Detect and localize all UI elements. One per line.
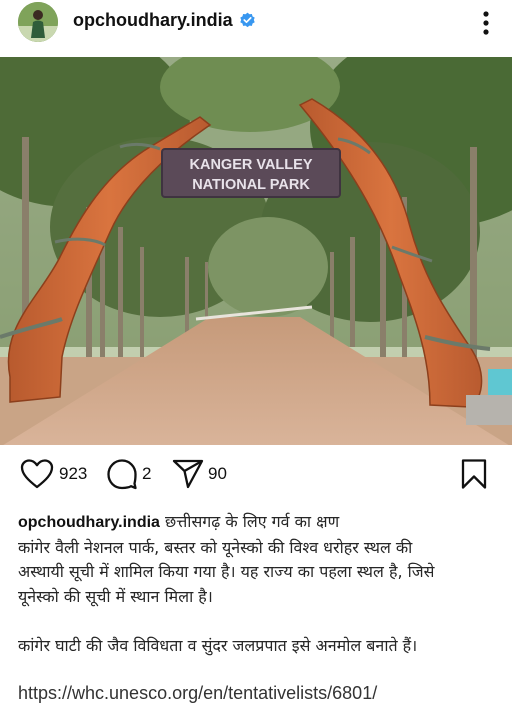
comment-count: 2 bbox=[142, 464, 152, 483]
caption-text-1: छत्तीसगढ़ के लिए गर्व का क्षण bbox=[159, 512, 340, 531]
caption-line-4: यूनेस्को की सूची में स्थान मिला है। bbox=[18, 586, 213, 606]
like-button[interactable]: 923 bbox=[20, 458, 87, 490]
username-text[interactable]: opchoudhary.india bbox=[73, 10, 233, 31]
save-button[interactable] bbox=[460, 458, 488, 490]
caption-link[interactable]: https://whc.unesco.org/en/tentativelists… bbox=[18, 683, 377, 704]
more-options-icon[interactable] bbox=[482, 10, 490, 36]
sign-line-1: KANGER VALLEY bbox=[190, 157, 313, 173]
caption-line-2: कांगेर वैली नेशनल पार्क, बस्तर को यूनेस्… bbox=[18, 537, 413, 557]
comment-button[interactable]: 2 bbox=[106, 458, 151, 490]
verified-badge-icon bbox=[239, 12, 255, 28]
heart-icon bbox=[20, 459, 54, 489]
like-count: 923 bbox=[59, 464, 88, 483]
caption-line-1: opchoudhary.india छत्तीसगढ़ के लिए गर्व … bbox=[18, 510, 498, 536]
comment-icon bbox=[107, 459, 137, 490]
sign-line-2: NATIONAL PARK bbox=[192, 177, 310, 193]
post-header: opchoudhary.india bbox=[0, 0, 512, 56]
caption-line-3: अस्थायी सूची में शामिल किया गया है। यह र… bbox=[18, 562, 435, 581]
post-caption: opchoudhary.india छत्तीसगढ़ के लिए गर्व … bbox=[18, 510, 498, 659]
share-count: 90 bbox=[208, 464, 227, 483]
action-bar: 923 2 90 bbox=[0, 458, 512, 500]
bookmark-icon bbox=[461, 459, 487, 489]
avatar[interactable] bbox=[18, 2, 58, 42]
share-button[interactable]: 90 bbox=[172, 458, 227, 490]
post-username[interactable]: opchoudhary.india bbox=[73, 10, 256, 31]
post-photo[interactable]: KANGER VALLEY NATIONAL PARK bbox=[0, 57, 512, 445]
caption-username[interactable]: opchoudhary.india bbox=[18, 514, 160, 531]
send-icon bbox=[172, 459, 204, 489]
caption-line-5: कांगेर घाटी की जैव विविधता व सुंदर जलप्र… bbox=[18, 636, 418, 655]
